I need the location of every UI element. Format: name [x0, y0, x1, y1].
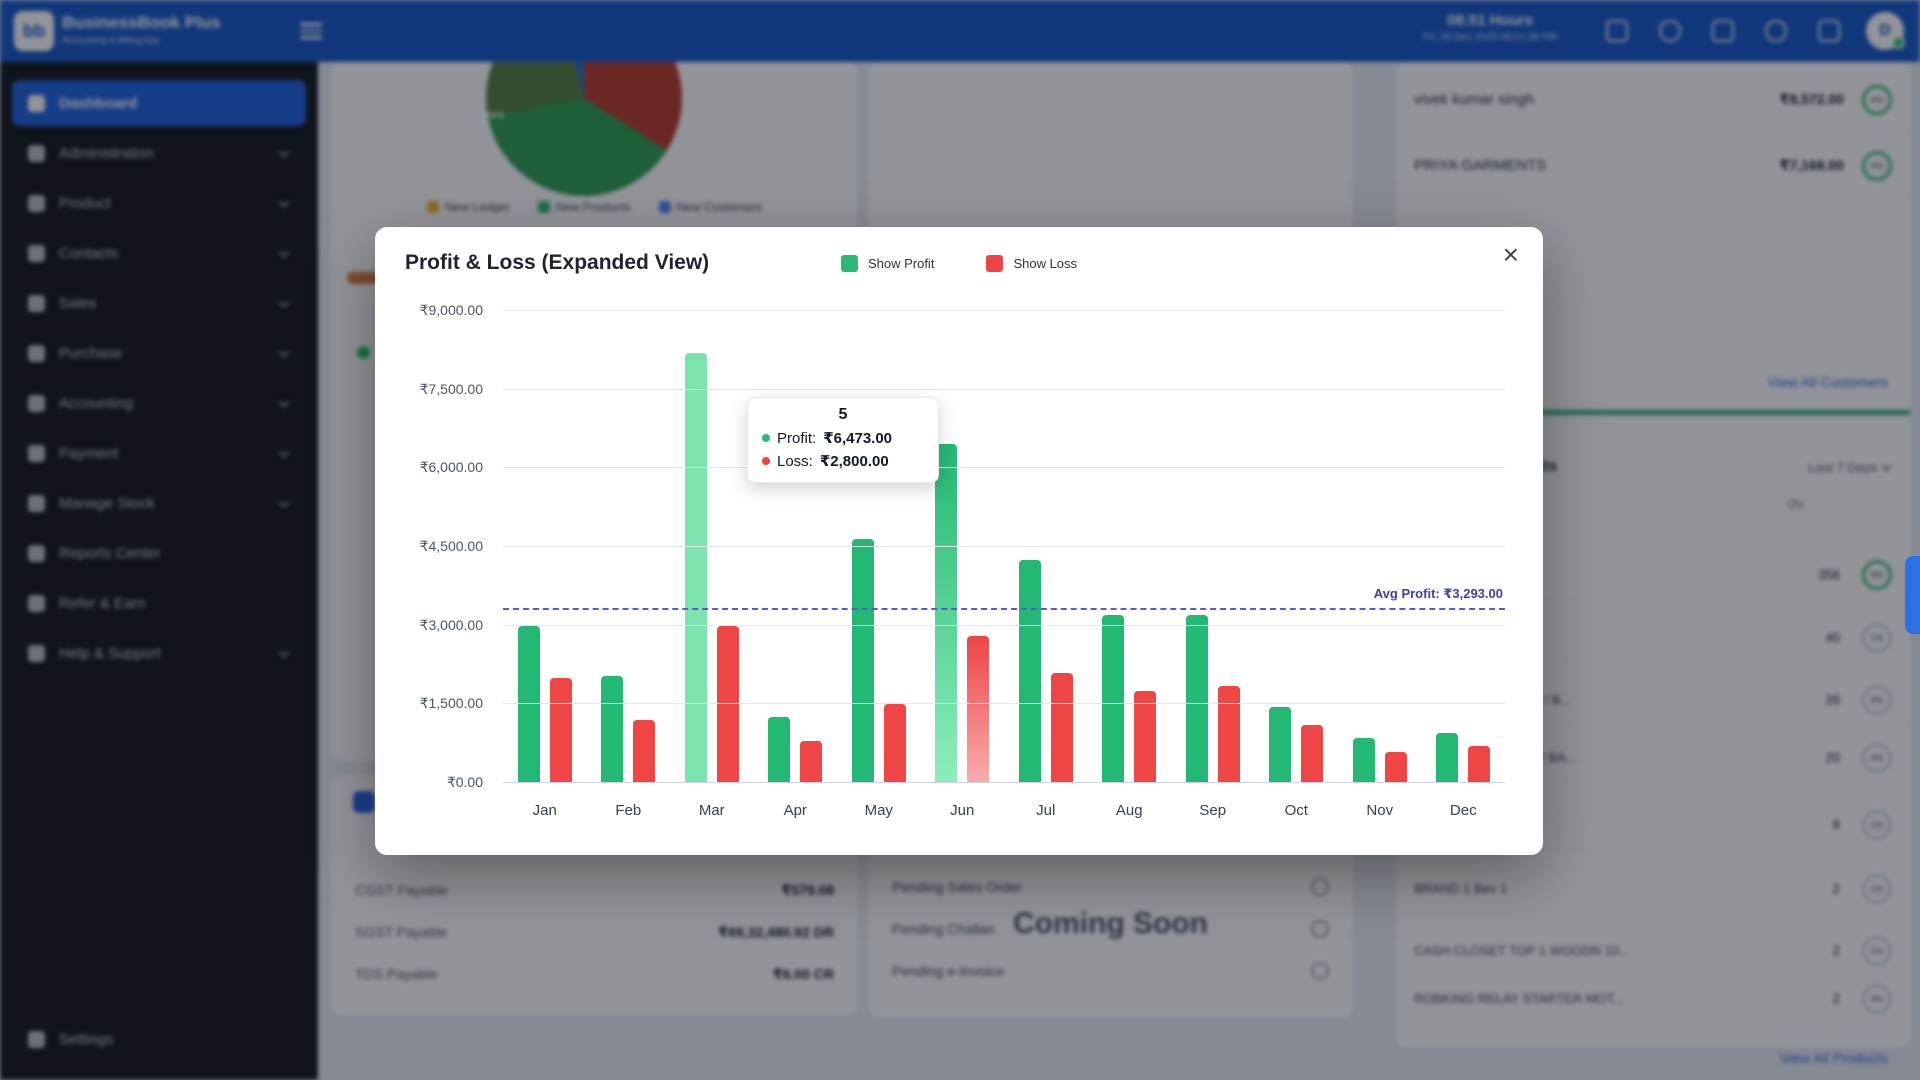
y-tick-label: ₹4,500.00 [420, 538, 483, 555]
bar-group-dec [1422, 311, 1506, 783]
bar-group-feb [587, 311, 671, 783]
bar-nov-loss[interactable] [1385, 752, 1407, 783]
bar-group-mar [670, 311, 754, 783]
x-tick-label: Jul [1004, 802, 1088, 819]
bar-oct-loss[interactable] [1301, 725, 1323, 783]
bar-sep-loss[interactable] [1218, 686, 1240, 783]
gridline [503, 782, 1505, 783]
bar-aug-loss[interactable] [1134, 691, 1156, 783]
bar-oct-profit[interactable] [1269, 707, 1291, 783]
bar-group-oct [1255, 311, 1339, 783]
bar-jun-loss[interactable] [967, 636, 989, 783]
tooltip-label: Loss: [777, 453, 813, 470]
bar-groups [503, 311, 1505, 783]
bar-group-sep [1171, 311, 1255, 783]
plot-area: Avg Profit: ₹3,293.00 5 Profit: ₹6,473.0… [503, 311, 1505, 783]
legend-swatch [986, 255, 1003, 272]
bar-mar-profit[interactable] [685, 353, 707, 783]
gridline [503, 467, 1505, 468]
gridline [503, 389, 1505, 390]
bar-jul-profit[interactable] [1019, 560, 1041, 783]
tooltip-label: Profit: [777, 430, 816, 447]
gridline [503, 310, 1505, 311]
bar-group-may [837, 311, 921, 783]
bar-feb-profit[interactable] [601, 676, 623, 784]
screen: bb BusinessBook Plus Accounting & Billin… [0, 0, 1920, 1080]
bar-group-aug [1088, 311, 1172, 783]
y-tick-label: ₹0.00 [447, 774, 483, 791]
bar-dec-loss[interactable] [1468, 746, 1490, 783]
y-tick-label: ₹3,000.00 [420, 617, 483, 634]
bar-group-jan [503, 311, 587, 783]
avg-profit-line [503, 608, 1505, 610]
gridline [503, 625, 1505, 626]
x-tick-label: Feb [587, 802, 671, 819]
x-tick-label: Jan [503, 802, 587, 819]
profit-dot-icon [762, 434, 770, 442]
x-tick-label: Oct [1255, 802, 1339, 819]
legend-swatch [841, 255, 858, 272]
y-tick-label: ₹6,000.00 [420, 459, 483, 476]
bar-sep-profit[interactable] [1186, 615, 1208, 783]
x-tick-label: Jun [921, 802, 1005, 819]
profit-loss-chart: ₹0.00 ₹1,500.00 ₹3,000.00 ₹4,500.00 ₹6,000.0… [375, 311, 1543, 855]
close-icon[interactable]: × [1503, 241, 1519, 269]
bar-apr-profit[interactable] [768, 717, 790, 783]
tooltip-profit-row: Profit: ₹6,473.00 [762, 429, 924, 447]
bar-dec-profit[interactable] [1436, 733, 1458, 783]
y-tick-label: ₹1,500.00 [420, 695, 483, 712]
bar-group-jul [1004, 311, 1088, 783]
x-tick-label: Nov [1338, 802, 1422, 819]
x-tick-label: Sep [1171, 802, 1255, 819]
x-tick-label: Mar [670, 802, 754, 819]
y-tick-label: ₹7,500.00 [420, 381, 483, 398]
tooltip-value: ₹2,800.00 [820, 452, 889, 470]
loss-dot-icon [762, 457, 770, 465]
x-tick-label: Aug [1088, 802, 1172, 819]
bar-may-loss[interactable] [884, 704, 906, 783]
bar-jul-loss[interactable] [1051, 673, 1073, 783]
feedback-edge-tab[interactable] [1905, 556, 1920, 634]
x-axis-labels: JanFebMarAprMayJunJulAugSepOctNovDec [503, 802, 1505, 819]
bar-group-nov [1338, 311, 1422, 783]
gridline [503, 546, 1505, 547]
bar-feb-loss[interactable] [633, 720, 655, 783]
bar-group-jun [921, 311, 1005, 783]
legend-label: Show Profit [868, 256, 934, 271]
profit-loss-modal: Profit & Loss (Expanded View) Show Profi… [375, 227, 1543, 855]
bar-aug-profit[interactable] [1102, 615, 1124, 783]
legend-label: Show Loss [1013, 256, 1077, 271]
y-tick-label: ₹9,000.00 [420, 302, 483, 319]
x-tick-label: May [837, 802, 921, 819]
legend-show-loss[interactable]: Show Loss [986, 255, 1077, 272]
x-tick-label: Dec [1422, 802, 1506, 819]
gridline [503, 703, 1505, 704]
bar-jun-profit[interactable] [935, 444, 957, 783]
chart-tooltip: 5 Profit: ₹6,473.00 Loss: ₹2,800.00 [747, 397, 939, 483]
x-tick-label: Apr [754, 802, 838, 819]
bar-jan-loss[interactable] [550, 678, 572, 783]
avg-profit-label: Avg Profit: ₹3,293.00 [1374, 586, 1503, 602]
legend-show-profit[interactable]: Show Profit [841, 255, 934, 272]
tooltip-value: ₹6,473.00 [823, 429, 892, 447]
modal-title: Profit & Loss (Expanded View) [405, 251, 709, 275]
bar-nov-profit[interactable] [1353, 738, 1375, 783]
chart-legend: Show Profit Show Loss [841, 255, 1077, 272]
tooltip-loss-row: Loss: ₹2,800.00 [762, 452, 924, 470]
tooltip-title: 5 [762, 406, 924, 424]
y-axis-labels: ₹0.00₹1,500.00₹3,000.00₹4,500.00₹6,000.0… [375, 311, 493, 783]
bar-group-apr [754, 311, 838, 783]
bar-apr-loss[interactable] [800, 741, 822, 783]
bar-may-profit[interactable] [852, 539, 874, 783]
